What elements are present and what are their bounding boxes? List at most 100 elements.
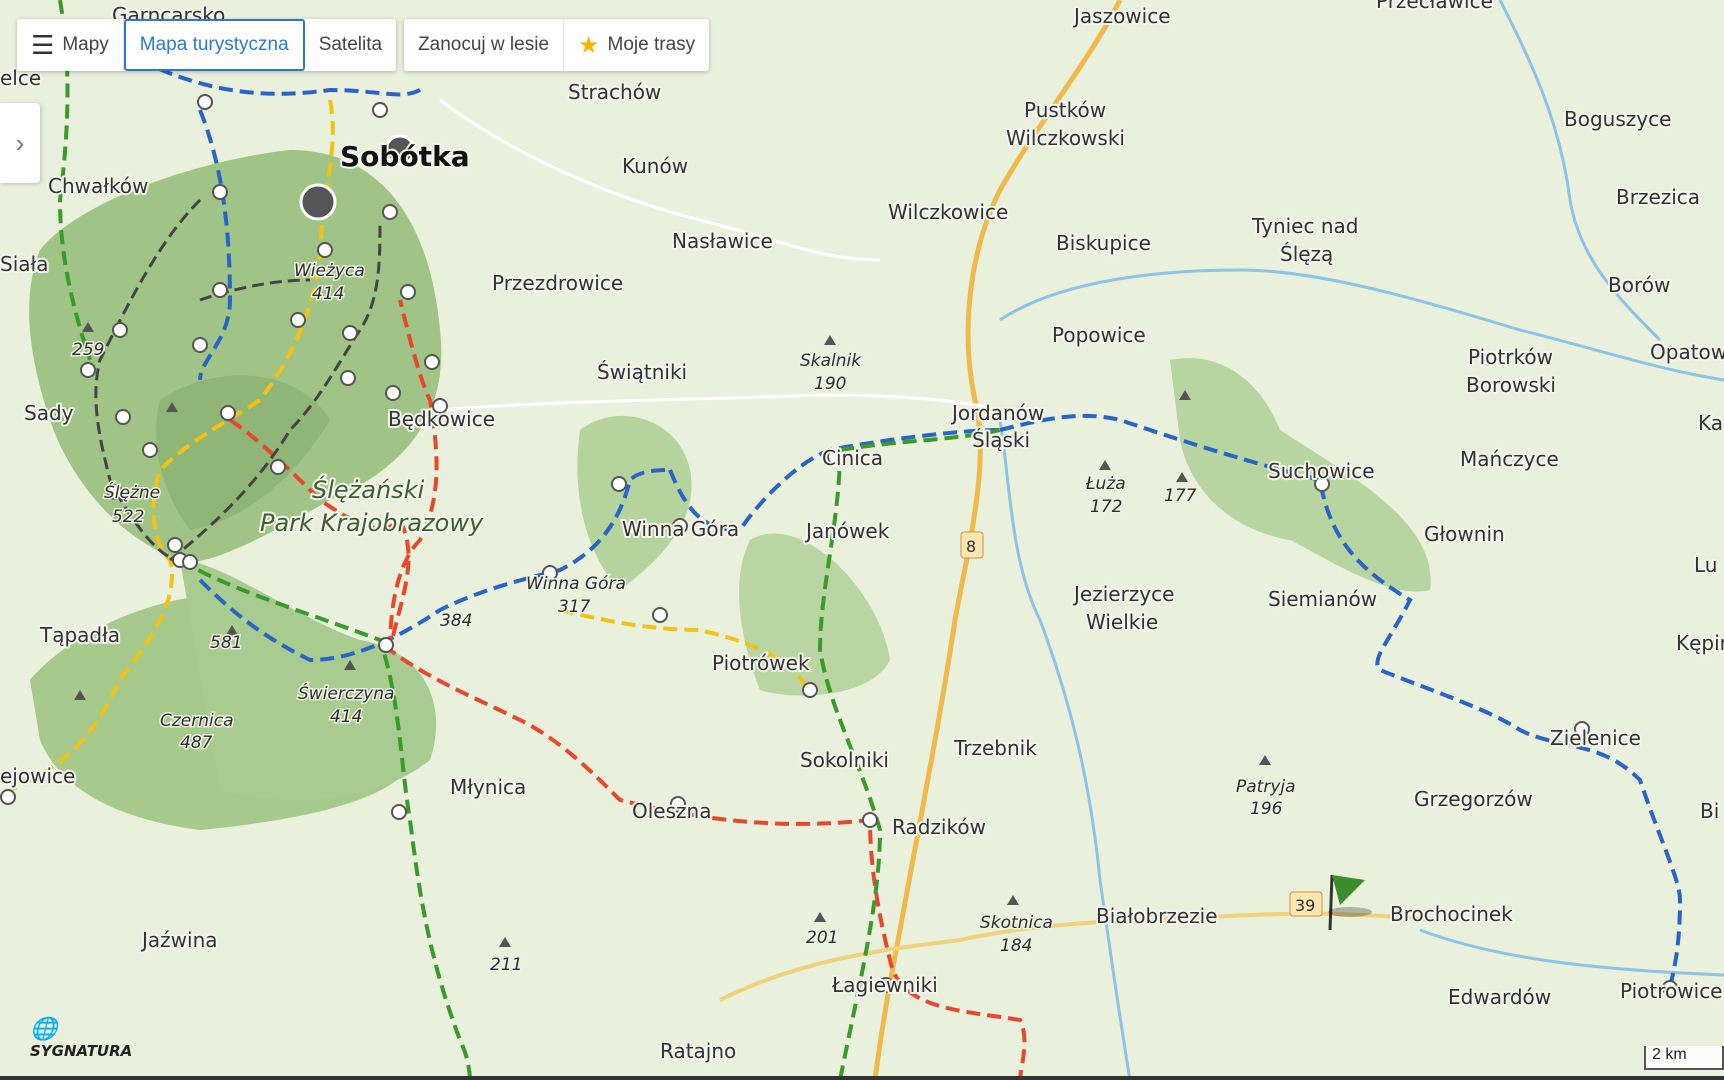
place-suchowice: Suchowice [1268, 459, 1375, 483]
place-manczyce: Mańczyce [1460, 447, 1559, 471]
peak-wiezyca-h: 414 [312, 284, 344, 304]
tourist-map-button[interactable]: Mapa turystyczna [123, 19, 305, 71]
peak-wiezyca: Wieżyca [294, 261, 365, 281]
peak-patryja-h: 196 [1250, 799, 1283, 819]
place-piotrowek: Piotrówek [712, 651, 810, 675]
place-sleza: Ślęzą [1280, 242, 1333, 266]
place-edwardow: Edwardów [1448, 985, 1551, 1009]
place-pustkow: Pustków [1024, 98, 1106, 122]
place-lu: Lu [1694, 553, 1717, 577]
place-tyniec: Tyniec nad [1251, 214, 1358, 238]
sidebar-toggle-button[interactable]: › [0, 103, 40, 183]
peak-czernica: Czernica [160, 711, 234, 731]
peak-swierczyna: Świerczyna [298, 682, 394, 704]
place-sokolniki: Sokolniki [800, 748, 889, 772]
extras-group: Zanocuj w lesie ★ Moje trasy [404, 19, 710, 71]
map-toolbar: ☰ Mapy Mapa turystyczna Satelita Zanocuj… [17, 19, 717, 71]
logo-text: SYGNATURA [30, 1042, 133, 1060]
place-sobotka: Sobótka [340, 140, 470, 173]
place-slaski: Śląski [972, 428, 1030, 452]
place-ka: Ka [1698, 411, 1723, 435]
park-name-2: Park Krajobrazowy [260, 509, 484, 537]
place-piotrkow: Piotrków [1468, 345, 1553, 369]
place-swiatniki: Świątniki [597, 360, 687, 384]
place-kepin: Kępin [1676, 631, 1724, 655]
place-jordanow: Jordanów [950, 401, 1044, 425]
place-mlynica: Młynica [450, 775, 526, 799]
camp-in-forest-label: Zanocuj w lesie [418, 34, 550, 55]
peak-384: 384 [440, 611, 472, 631]
place-boguszyce: Boguszyce [1564, 107, 1671, 131]
peak-slezne-h: 522 [112, 507, 144, 527]
place-janowek: Janówek [804, 519, 890, 543]
road-8-label: 8 [966, 537, 976, 556]
place-opatow: Opatow [1650, 340, 1724, 364]
place-wielkie: Wielkie [1086, 610, 1158, 634]
place-piotrowice: Piotrowice [1620, 979, 1723, 1003]
place-olesna: Oleszna [632, 799, 711, 823]
peak-skotnica-h: 184 [1000, 936, 1032, 956]
satellite-button[interactable]: Satelita [305, 19, 396, 71]
peak-luza: Łuża [1085, 474, 1126, 494]
place-kunow: Kunów [622, 154, 688, 178]
place-grzegorzow: Grzegorzów [1414, 787, 1533, 811]
road-39-label: 39 [1295, 896, 1315, 915]
place-przeclawice: Przecławice [1376, 0, 1493, 13]
bottom-edge [0, 1076, 1724, 1080]
chevron-right-icon: › [15, 127, 25, 158]
place-cinica: Cinica [822, 446, 883, 470]
peak-skalnik: Skalnik [800, 351, 862, 371]
place-winna-gora: Winna Góra [622, 517, 739, 541]
place-borowski: Borowski [1466, 373, 1556, 397]
layers-label: Mapy [62, 34, 109, 55]
star-icon: ★ [578, 31, 600, 59]
peak-winna-gora-h: 317 [558, 597, 591, 617]
scale-bar: 2 km [1644, 1046, 1724, 1070]
place-jaszowice: Jaszowice [1072, 4, 1171, 28]
peak-skotnica: Skotnica [980, 913, 1053, 933]
place-popowice: Popowice [1052, 323, 1146, 347]
place-jazwina: Jaźwina [140, 928, 218, 952]
peak-259: 259 [72, 340, 104, 360]
peak-patryja: Patryja [1236, 777, 1296, 797]
place-radzikow: Radzików [892, 815, 986, 839]
camp-in-forest-button[interactable]: Zanocuj w lesie [404, 19, 565, 71]
place-chwalkow: Chwałków [48, 174, 148, 198]
peak-581: 581 [210, 633, 242, 653]
place-zielenice: Zielenice [1550, 726, 1641, 750]
place-brzezica: Brzezica [1616, 185, 1700, 209]
map-type-group: ☰ Mapy Mapa turystyczna Satelita [17, 19, 397, 71]
place-biskupice: Biskupice [1056, 231, 1151, 255]
my-routes-label: Moje trasy [607, 34, 696, 55]
place-ratajno: Ratajno [660, 1039, 736, 1063]
place-jezierzyce: Jezierzyce [1072, 582, 1174, 606]
place-bi: Bi [1700, 799, 1719, 823]
peak-slezne: Ślężne [104, 481, 160, 503]
place-tapadla: Tąpadła [39, 623, 120, 647]
scale-label: 2 km [1652, 1046, 1687, 1063]
layers-button[interactable]: ☰ Mapy [17, 19, 124, 71]
place-borow: Borów [1608, 273, 1670, 297]
tourist-map-label: Mapa turystyczna [139, 34, 289, 55]
sygnatura-logo: 🌐 SYGNATURA [30, 1017, 132, 1060]
peak-skalnik-h: 190 [814, 374, 846, 394]
place-trzebnik: Trzebnik [953, 736, 1037, 760]
place-przezdrowice: Przezdrowice [492, 271, 623, 295]
globe-icon: 🌐 [30, 1017, 58, 1042]
peak-201: 201 [806, 928, 838, 948]
place-bedkowice: Będkowice [388, 407, 495, 431]
my-routes-button[interactable]: ★ Moje trasy [564, 19, 709, 71]
place-brochocinek: Brochocinek [1390, 902, 1513, 926]
map-canvas[interactable]: 8 39 Garncarsko elce Sobótka Chwałków Si… [0, 0, 1724, 1080]
peak-czernica-h: 487 [180, 733, 213, 753]
place-glownin: Głownin [1424, 522, 1505, 546]
place-ejowice: ejowice [0, 764, 75, 788]
shelter-icon[interactable] [299, 183, 337, 221]
place-lagiewniki: Łagiewniki [831, 973, 938, 997]
peak-luza-h: 172 [1090, 497, 1122, 517]
park-name-1: Ślężański [312, 474, 425, 504]
place-wilczkowice: Wilczkowice [888, 200, 1008, 224]
layers-icon: ☰ [31, 29, 55, 60]
peak-swierczyna-h: 414 [330, 707, 362, 727]
place-strachow: Strachów [568, 80, 661, 104]
